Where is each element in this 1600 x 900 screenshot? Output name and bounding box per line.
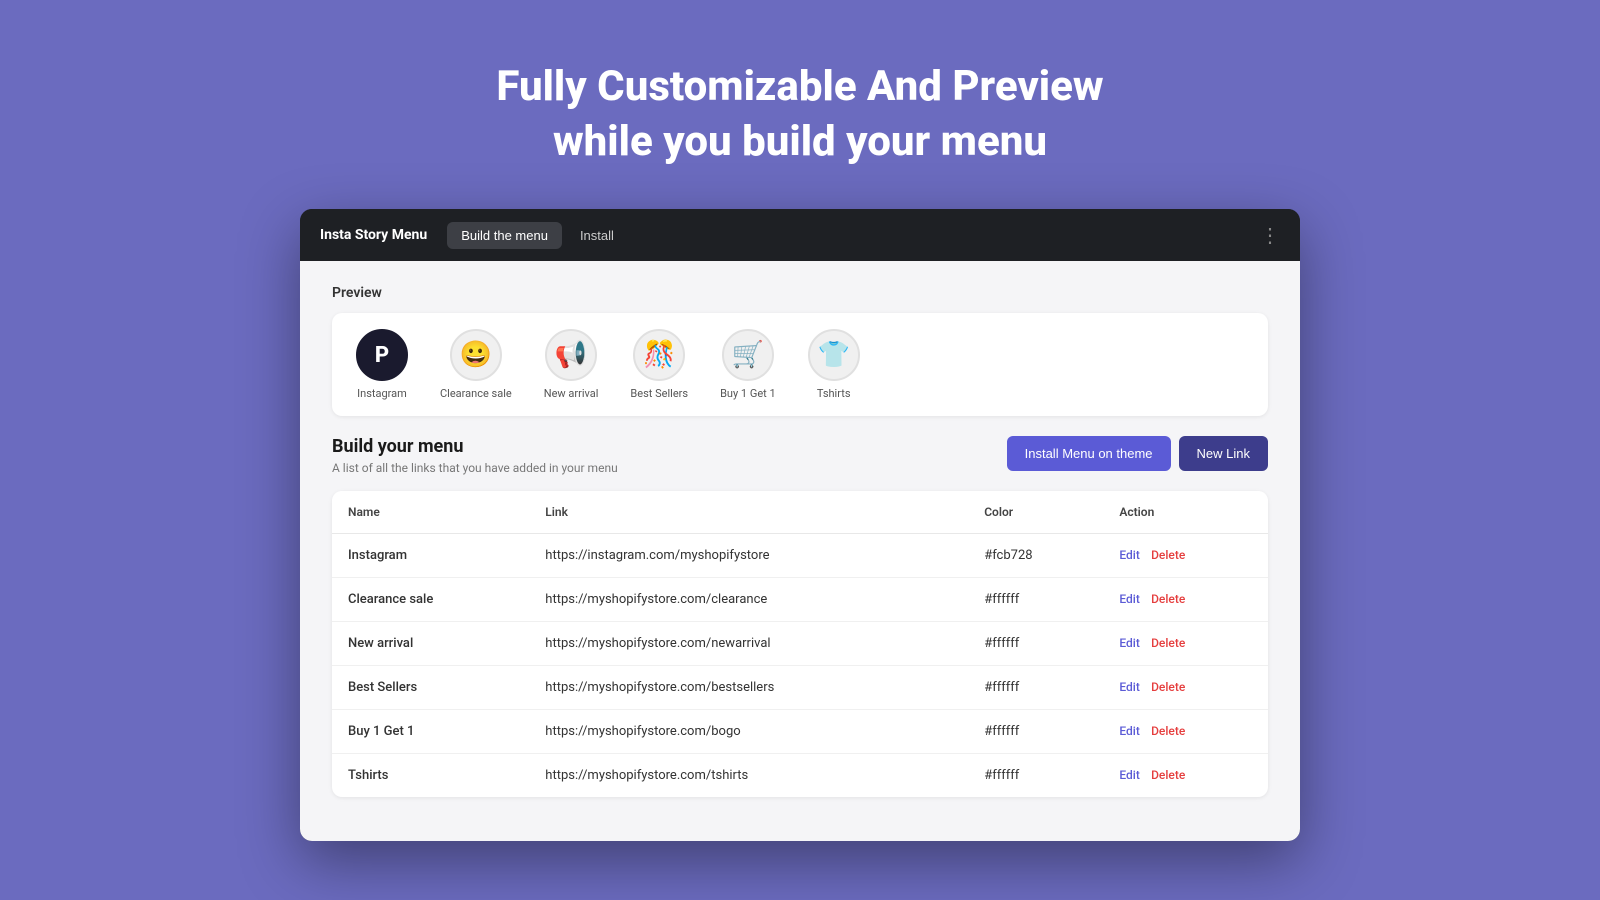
- preview-item-bestsellers: 🎊 Best Sellers: [630, 329, 688, 400]
- preview-item-bogo: 🛒 Buy 1 Get 1: [720, 329, 776, 400]
- row-actions-bogo: Edit Delete: [1103, 710, 1268, 754]
- preview-label-bestsellers: Best Sellers: [630, 387, 688, 400]
- delete-bogo[interactable]: Delete: [1151, 724, 1185, 738]
- row-link-instagram: https://instagram.com/myshopifystore: [529, 534, 968, 578]
- preview-label: Preview: [332, 285, 1268, 301]
- col-name: Name: [332, 491, 529, 534]
- build-title-group: Build your menu A list of all the links …: [332, 436, 618, 475]
- table-head: Name Link Color Action: [332, 491, 1268, 534]
- more-options-icon[interactable]: ⋮: [1260, 223, 1280, 247]
- delete-tshirts[interactable]: Delete: [1151, 768, 1185, 782]
- preview-icon-instagram: P: [356, 329, 408, 381]
- preview-item-clearance: 😀 Clearance sale: [440, 329, 512, 400]
- preview-item-newarrival: 📢 New arrival: [544, 329, 599, 400]
- preview-icon-bestsellers: 🎊: [633, 329, 685, 381]
- preview-label-clearance: Clearance sale: [440, 387, 512, 400]
- table-row: Buy 1 Get 1 https://myshopifystore.com/b…: [332, 710, 1268, 754]
- row-name-clearance: Clearance sale: [332, 578, 529, 622]
- row-name-instagram: Instagram: [332, 534, 529, 578]
- delete-newarrival[interactable]: Delete: [1151, 636, 1185, 650]
- preview-label-instagram: Instagram: [357, 387, 407, 400]
- build-actions: Install Menu on theme New Link: [1007, 436, 1268, 471]
- table-body: Instagram https://instagram.com/myshopif…: [332, 534, 1268, 798]
- row-link-clearance: https://myshopifystore.com/clearance: [529, 578, 968, 622]
- app-window: Insta Story Menu Build the menu Install …: [300, 209, 1300, 841]
- hero-title: Fully Customizable And Preview while you…: [496, 60, 1103, 169]
- install-menu-button[interactable]: Install Menu on theme: [1007, 436, 1171, 471]
- table-row: Clearance sale https://myshopifystore.co…: [332, 578, 1268, 622]
- row-actions-tshirts: Edit Delete: [1103, 754, 1268, 798]
- new-link-button[interactable]: New Link: [1179, 436, 1268, 471]
- row-actions-clearance: Edit Delete: [1103, 578, 1268, 622]
- build-section-header: Build your menu A list of all the links …: [332, 436, 1268, 475]
- table-row: New arrival https://myshopifystore.com/n…: [332, 622, 1268, 666]
- preview-item-tshirts: 👕 Tshirts: [808, 329, 860, 400]
- app-titlebar: Insta Story Menu Build the menu Install …: [300, 209, 1300, 261]
- preview-label-bogo: Buy 1 Get 1: [720, 387, 776, 400]
- edit-newarrival[interactable]: Edit: [1119, 636, 1139, 650]
- row-name-tshirts: Tshirts: [332, 754, 529, 798]
- preview-item-instagram: P Instagram: [356, 329, 408, 400]
- menu-table: Name Link Color Action Instagram https:/…: [332, 491, 1268, 797]
- col-action: Action: [1103, 491, 1268, 534]
- delete-instagram[interactable]: Delete: [1151, 548, 1185, 562]
- tab-install[interactable]: Install: [566, 222, 628, 249]
- edit-bestsellers[interactable]: Edit: [1119, 680, 1139, 694]
- row-color-instagram: #fcb728: [968, 534, 1103, 578]
- preview-label-newarrival: New arrival: [544, 387, 599, 400]
- row-actions-instagram: Edit Delete: [1103, 534, 1268, 578]
- row-color-tshirts: #ffffff: [968, 754, 1103, 798]
- preview-icon-clearance: 😀: [450, 329, 502, 381]
- row-name-bestsellers: Best Sellers: [332, 666, 529, 710]
- table-row: Tshirts https://myshopifystore.com/tshir…: [332, 754, 1268, 798]
- edit-bogo[interactable]: Edit: [1119, 724, 1139, 738]
- preview-section: Preview P Instagram 😀 Clearance sale 📢 N…: [332, 285, 1268, 416]
- row-color-bogo: #ffffff: [968, 710, 1103, 754]
- app-nav: Build the menu Install: [447, 222, 1240, 249]
- row-link-bogo: https://myshopifystore.com/bogo: [529, 710, 968, 754]
- table-row: Best Sellers https://myshopifystore.com/…: [332, 666, 1268, 710]
- row-color-clearance: #ffffff: [968, 578, 1103, 622]
- edit-clearance[interactable]: Edit: [1119, 592, 1139, 606]
- preview-icon-newarrival: 📢: [545, 329, 597, 381]
- app-content: Preview P Instagram 😀 Clearance sale 📢 N…: [300, 261, 1300, 841]
- preview-label-tshirts: Tshirts: [817, 387, 851, 400]
- row-link-newarrival: https://myshopifystore.com/newarrival: [529, 622, 968, 666]
- row-color-bestsellers: #ffffff: [968, 666, 1103, 710]
- table-row: Instagram https://instagram.com/myshopif…: [332, 534, 1268, 578]
- row-color-newarrival: #ffffff: [968, 622, 1103, 666]
- delete-clearance[interactable]: Delete: [1151, 592, 1185, 606]
- app-brand: Insta Story Menu: [320, 227, 427, 243]
- build-title: Build your menu: [332, 436, 618, 457]
- edit-tshirts[interactable]: Edit: [1119, 768, 1139, 782]
- delete-bestsellers[interactable]: Delete: [1151, 680, 1185, 694]
- col-link: Link: [529, 491, 968, 534]
- row-name-bogo: Buy 1 Get 1: [332, 710, 529, 754]
- col-color: Color: [968, 491, 1103, 534]
- build-subtitle: A list of all the links that you have ad…: [332, 461, 618, 475]
- row-link-tshirts: https://myshopifystore.com/tshirts: [529, 754, 968, 798]
- row-name-newarrival: New arrival: [332, 622, 529, 666]
- row-actions-bestsellers: Edit Delete: [1103, 666, 1268, 710]
- preview-icon-tshirts: 👕: [808, 329, 860, 381]
- preview-icon-bogo: 🛒: [722, 329, 774, 381]
- preview-bar: P Instagram 😀 Clearance sale 📢 New arriv…: [332, 313, 1268, 416]
- tab-build-menu[interactable]: Build the menu: [447, 222, 562, 249]
- row-actions-newarrival: Edit Delete: [1103, 622, 1268, 666]
- edit-instagram[interactable]: Edit: [1119, 548, 1139, 562]
- row-link-bestsellers: https://myshopifystore.com/bestsellers: [529, 666, 968, 710]
- table-header-row: Name Link Color Action: [332, 491, 1268, 534]
